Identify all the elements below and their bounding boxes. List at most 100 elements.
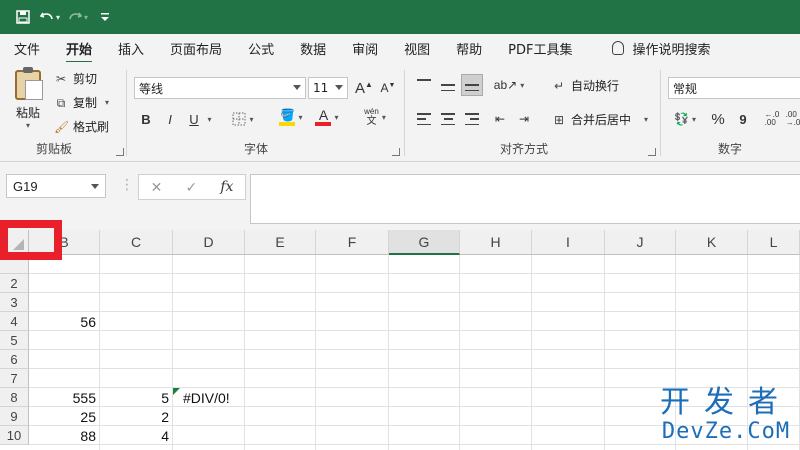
chevron-down-icon: [335, 85, 343, 90]
column-header-g[interactable]: G: [389, 230, 460, 255]
align-left-button[interactable]: [414, 108, 434, 130]
paste-icon: [15, 67, 43, 100]
align-center-icon: [441, 113, 455, 125]
tab-formulas[interactable]: 公式: [248, 39, 274, 58]
wrap-text-icon: ↵: [553, 78, 565, 93]
decrease-font-button[interactable]: A▼: [378, 77, 398, 99]
tab-insert[interactable]: 插入: [118, 39, 144, 58]
row-header-9[interactable]: 9: [0, 407, 29, 426]
underline-dropdown-icon[interactable]: ▾: [202, 108, 214, 130]
error-indicator-icon[interactable]: [173, 388, 180, 395]
copy-label: 复制: [73, 96, 98, 110]
redo-icon[interactable]: ▾: [68, 6, 88, 28]
gridline: [244, 255, 245, 450]
column-header-e[interactable]: E: [245, 230, 316, 255]
decrease-indent-button[interactable]: ⇤: [490, 108, 510, 130]
row-header-6[interactable]: 6: [0, 350, 29, 369]
column-header-f[interactable]: F: [316, 230, 389, 255]
cell-c10[interactable]: 4: [100, 426, 172, 445]
wrap-text-button[interactable]: ↵ 自动换行: [552, 77, 619, 94]
customize-qat-icon[interactable]: [96, 6, 114, 28]
clipboard-launcher-icon[interactable]: [116, 148, 124, 156]
middle-align-button[interactable]: [438, 74, 458, 96]
column-header-l[interactable]: L: [748, 230, 800, 255]
tab-help[interactable]: 帮助: [456, 39, 482, 58]
tab-pdf-tools[interactable]: PDF工具集: [508, 39, 572, 58]
fill-color-button[interactable]: 🪣 ▾: [276, 106, 306, 128]
align-center-button[interactable]: [438, 108, 458, 130]
paste-button[interactable]: 粘贴 ▾: [10, 67, 46, 130]
column-header-h[interactable]: H: [460, 230, 532, 255]
top-align-button[interactable]: [414, 74, 434, 96]
formula-input[interactable]: [250, 174, 800, 224]
cell-b4[interactable]: 56: [29, 312, 99, 331]
gridline: [315, 255, 316, 450]
increase-decimal-button[interactable]: ←.0.00: [762, 108, 782, 130]
gridline: [29, 311, 800, 312]
font-name-combo[interactable]: 等线: [134, 77, 306, 99]
row-header-4[interactable]: 4: [0, 312, 29, 331]
cell-b10[interactable]: 88: [29, 426, 99, 445]
percent-button[interactable]: %: [708, 108, 728, 130]
column-header-i[interactable]: I: [532, 230, 605, 255]
borders-button[interactable]: ▾: [230, 108, 256, 130]
increase-indent-button[interactable]: ⇥: [514, 108, 534, 130]
gridline: [29, 349, 800, 350]
cell-b8[interactable]: 555: [29, 388, 99, 407]
comma-style-button[interactable]: 9: [734, 108, 752, 130]
row-header-2[interactable]: 2: [0, 274, 29, 293]
decrease-decimal-button[interactable]: .00 →.0: [786, 108, 800, 130]
tab-data[interactable]: 数据: [300, 39, 326, 58]
column-header-c[interactable]: C: [100, 230, 173, 255]
align-left-icon: [417, 113, 431, 125]
orientation-button[interactable]: ab↗ ▾: [494, 74, 524, 96]
phonetic-button[interactable]: wén 文 ▾: [360, 106, 390, 128]
row-header-3[interactable]: 3: [0, 293, 29, 312]
gridline: [29, 292, 800, 293]
save-icon[interactable]: [14, 6, 32, 28]
tab-view[interactable]: 视图: [404, 39, 430, 58]
font-launcher-icon[interactable]: [392, 148, 400, 156]
cell-d8[interactable]: #DIV/0!: [173, 388, 373, 407]
phonetic-guide-icon: wén 文: [364, 107, 379, 127]
cell-b9[interactable]: 25: [29, 407, 99, 426]
tab-home[interactable]: 开始: [66, 39, 93, 64]
tell-me-search[interactable]: 操作说明搜索: [612, 39, 710, 58]
accounting-format-button[interactable]: 💱 ▾: [668, 108, 702, 130]
underline-button[interactable]: U: [186, 108, 202, 130]
undo-icon[interactable]: ▾: [40, 6, 60, 28]
increase-font-button[interactable]: A▲: [354, 77, 374, 99]
enter-icon[interactable]: ✓: [185, 179, 197, 196]
alignment-launcher-icon[interactable]: [648, 148, 656, 156]
tab-review[interactable]: 审阅: [352, 39, 378, 58]
cancel-icon[interactable]: ✕: [151, 179, 163, 196]
row-header-10[interactable]: 10: [0, 426, 29, 445]
bottom-align-button[interactable]: [461, 74, 483, 96]
bold-button[interactable]: B: [138, 108, 154, 130]
italic-button[interactable]: I: [162, 108, 178, 130]
tab-page-layout[interactable]: 页面布局: [170, 39, 222, 58]
name-box[interactable]: G19: [6, 174, 106, 198]
number-format-combo[interactable]: 常规: [668, 77, 800, 99]
row-header-8[interactable]: 8: [0, 388, 29, 407]
copy-dropdown-icon: ▾: [105, 98, 110, 107]
merge-center-button[interactable]: ⊞ 合并后居中 ▾: [552, 111, 648, 128]
column-header-k[interactable]: K: [676, 230, 748, 255]
column-header-j[interactable]: J: [605, 230, 676, 255]
cut-button[interactable]: ✂ 剪切: [54, 70, 97, 87]
ribbon-tabs: 文件 开始 插入 页面布局 公式 数据 审阅 视图 帮助 PDF工具集 操作说明…: [0, 34, 800, 64]
cell-c8[interactable]: 5: [100, 388, 172, 407]
font-size-combo[interactable]: 11: [308, 77, 348, 99]
align-right-button[interactable]: [462, 108, 482, 130]
column-header-d[interactable]: D: [173, 230, 245, 255]
orientation-icon: ab↗: [493, 78, 518, 92]
font-color-button[interactable]: A ▾: [312, 106, 342, 128]
row-header-5[interactable]: 5: [0, 331, 29, 350]
tab-file[interactable]: 文件: [14, 39, 40, 58]
copy-button[interactable]: ⧉ 复制 ▾: [54, 94, 109, 111]
row-header-7[interactable]: 7: [0, 369, 29, 388]
format-painter-button[interactable]: 🖌 格式刷: [54, 118, 109, 135]
cell-c9[interactable]: 2: [100, 407, 172, 426]
watermark-cn: 开发者: [660, 385, 792, 420]
insert-function-icon[interactable]: fx: [220, 179, 233, 195]
